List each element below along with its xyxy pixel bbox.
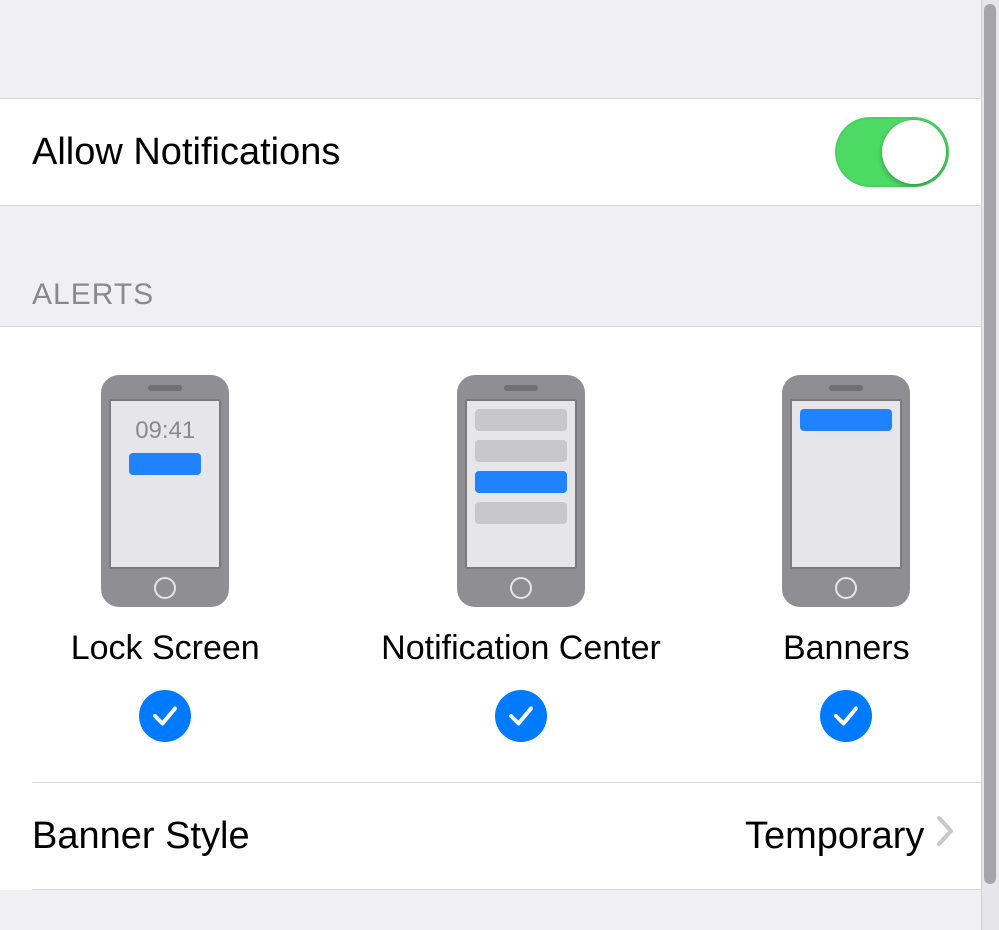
phone-illustration-banners bbox=[782, 375, 910, 607]
phone-illustration-notification-center bbox=[457, 375, 585, 607]
alerts-panel: 09:41 Lock Screen bbox=[0, 326, 981, 890]
alerts-section-header: ALERTS bbox=[0, 278, 981, 326]
allow-notifications-toggle[interactable] bbox=[835, 117, 949, 187]
chevron-right-icon bbox=[935, 815, 955, 857]
alert-option-banners[interactable]: Banners bbox=[782, 375, 910, 742]
lock-screen-clock: 09:41 bbox=[135, 411, 195, 445]
alert-option-notification-center[interactable]: Notification Center bbox=[381, 375, 661, 742]
scrollbar-thumb[interactable] bbox=[984, 4, 996, 884]
banner-style-label: Banner Style bbox=[32, 815, 250, 858]
checkmark-icon bbox=[495, 690, 547, 742]
alert-option-label: Lock Screen bbox=[71, 629, 260, 668]
alerts-options: 09:41 Lock Screen bbox=[0, 327, 981, 782]
toggle-knob bbox=[882, 120, 946, 184]
group-spacer-top bbox=[0, 0, 981, 98]
checkmark-icon bbox=[820, 690, 872, 742]
alert-option-lock-screen[interactable]: 09:41 Lock Screen bbox=[71, 375, 260, 742]
alert-option-label: Notification Center bbox=[381, 629, 661, 668]
allow-notifications-row[interactable]: Allow Notifications bbox=[0, 98, 981, 206]
allow-notifications-label: Allow Notifications bbox=[32, 131, 340, 174]
divider bbox=[32, 889, 981, 890]
checkmark-icon bbox=[139, 690, 191, 742]
group-spacer-mid bbox=[0, 206, 981, 278]
banner-style-row[interactable]: Banner Style Temporary bbox=[0, 783, 981, 889]
scrollbar-track[interactable] bbox=[981, 0, 999, 930]
alert-option-label: Banners bbox=[783, 629, 910, 668]
banner-style-value: Temporary bbox=[745, 815, 925, 857]
phone-illustration-lock-screen: 09:41 bbox=[101, 375, 229, 607]
